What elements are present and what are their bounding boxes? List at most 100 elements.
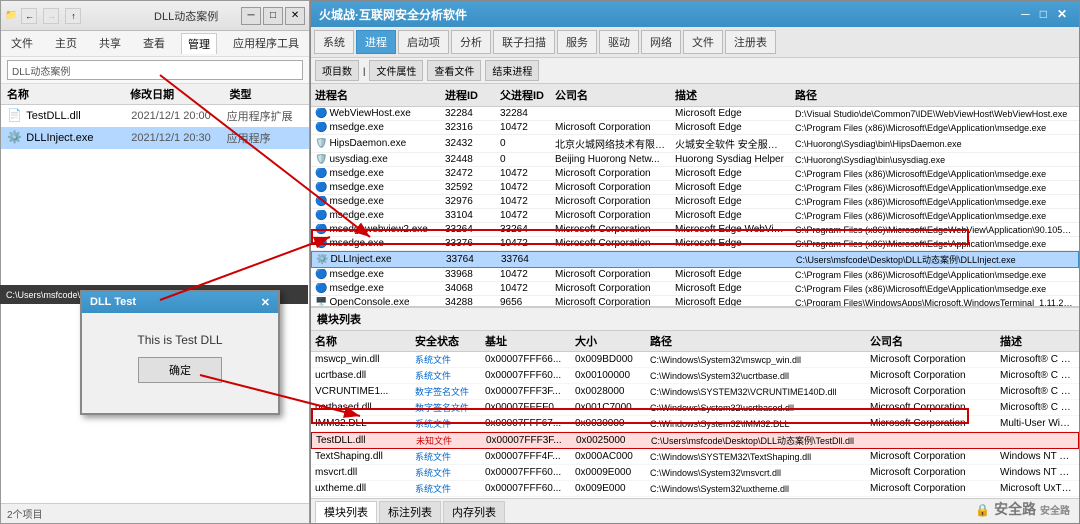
minimize-btn[interactable]: ─ xyxy=(241,7,261,25)
process-pid: 33376 xyxy=(441,238,496,249)
toolbar-system[interactable]: 系统 xyxy=(314,30,354,54)
dll-dialog-ok-btn[interactable]: 确定 xyxy=(138,357,222,383)
process-ppid: 10472 xyxy=(496,238,551,249)
table-row[interactable]: 🔵 msedge.exe 32592 10472 Microsoft Corpo… xyxy=(311,181,1079,195)
toolbar-scan[interactable]: 联子扫描 xyxy=(493,30,555,54)
table-row[interactable]: uxtheme.dll 系统文件 0x00007FFF60... 0x009E0… xyxy=(311,481,1079,497)
process-path: C:\Program Files (x86)\Microsoft\EdgeWeb… xyxy=(791,225,1079,235)
table-row[interactable]: VCRUNTIME1... 数字签名文件 0x00007FFF3F... 0x0… xyxy=(311,384,1079,400)
tab-file[interactable]: 文件 xyxy=(5,33,39,54)
module-security: 未知文件 xyxy=(412,434,482,447)
module-size: 0x00100000 xyxy=(571,370,646,381)
bottom-tab-annotations[interactable]: 标注列表 xyxy=(379,501,441,523)
tab-home[interactable]: 主页 xyxy=(49,33,83,54)
up-btn[interactable]: ↑ xyxy=(65,8,81,24)
back-btn[interactable]: ← xyxy=(21,8,37,24)
module-size: 0x0030000 xyxy=(571,418,646,429)
col-header-filter[interactable]: 项目数 xyxy=(315,60,359,81)
process-ppid: 10472 xyxy=(496,210,551,221)
col-header-date: 修改日期 xyxy=(130,86,229,102)
toolbar-service[interactable]: 服务 xyxy=(557,30,597,54)
module-company: Microsoft Corporation xyxy=(866,467,996,478)
module-desc: Microsoft® C Runtime Library xyxy=(996,402,1079,413)
process-name: msedge.exe xyxy=(329,168,383,179)
table-row[interactable]: mswcp_win.dll 系统文件 0x00007FFF66... 0x009… xyxy=(311,352,1079,368)
toolbar-driver[interactable]: 驱动 xyxy=(599,30,639,54)
table-row[interactable]: msvcrt.dll 系统文件 0x00007FFF60... 0x0009E0… xyxy=(311,465,1079,481)
analysis-title: 火城战·互联网安全分析软件 ─ □ ✕ xyxy=(311,1,1079,27)
process-name: msedge.exe xyxy=(329,283,383,294)
table-row[interactable]: 🖥️ OpenConsole.exe 34288 9656 Microsoft … xyxy=(311,296,1079,307)
toolbar-registry[interactable]: 注册表 xyxy=(725,30,776,54)
ph-pid: 进程ID xyxy=(441,87,496,103)
analysis-minimize[interactable]: ─ xyxy=(1017,7,1034,21)
attr-btn[interactable]: 文件属性 xyxy=(369,60,423,81)
process-name: msedge.exe xyxy=(329,182,383,193)
table-row[interactable]: TestDLL.dll 未知文件 0x00007FFF3F... 0x00250… xyxy=(311,432,1079,449)
module-company: Microsoft Corporation xyxy=(866,418,996,429)
process-company: Microsoft Corporation xyxy=(551,269,671,280)
column-headers: 名称 修改日期 类型 xyxy=(1,84,309,105)
process-list: 🔵 WebViewHost.exe 32284 32284 Microsoft … xyxy=(311,107,1079,307)
table-row[interactable]: 🛡️ HipsDaemon.exe 32432 0 北京火城网络技术有限公司 火… xyxy=(311,135,1079,153)
table-row[interactable]: ucrtbase.dll 系统文件 0x00007FFF60... 0x0010… xyxy=(311,368,1079,384)
tab-apptools[interactable]: 应用程序工具 xyxy=(227,33,305,54)
dll-dialog-close[interactable]: ✕ xyxy=(261,296,270,309)
close-btn[interactable]: ✕ xyxy=(285,7,305,25)
toolbar-process[interactable]: 进程 xyxy=(356,30,396,54)
process-icon: 🖥️ xyxy=(315,297,327,307)
table-row[interactable]: 🔵 msedge.exe 32976 10472 Microsoft Corpo… xyxy=(311,195,1079,209)
table-row[interactable]: 🔵 WebViewHost.exe 32284 32284 Microsoft … xyxy=(311,107,1079,121)
forward-btn[interactable]: → xyxy=(43,8,59,24)
table-row[interactable]: 🔵 msedge.exe 34068 10472 Microsoft Corpo… xyxy=(311,282,1079,296)
col-header-type: 类型 xyxy=(230,86,309,102)
table-row[interactable]: 🔵 msedge.exe 32316 10472 Microsoft Corpo… xyxy=(311,121,1079,135)
process-pid: 33104 xyxy=(441,210,496,221)
table-row[interactable]: 🛡️ usysdiag.exe 32448 0 Beijing Huorong … xyxy=(311,153,1079,167)
module-security: 数字签名文件 xyxy=(411,401,481,414)
file-date-1: 2021/12/1 20:30 xyxy=(131,132,226,144)
toolbar-analysis[interactable]: 分析 xyxy=(451,30,491,54)
table-row[interactable]: 🔵 msedge.exe 33968 10472 Microsoft Corpo… xyxy=(311,268,1079,282)
process-company: Microsoft Corporation xyxy=(551,122,671,133)
process-icon: 🔵 xyxy=(315,196,327,207)
tab-view[interactable]: 查看 xyxy=(137,33,171,54)
process-icon: 🔵 xyxy=(315,238,327,249)
maximize-btn[interactable]: □ xyxy=(263,7,283,25)
ph-company: 公司名 xyxy=(551,87,671,103)
tab-manage[interactable]: 管理 xyxy=(181,33,217,54)
table-row[interactable]: IMM32.DLL 系统文件 0x00007FFF67... 0x0030000… xyxy=(311,416,1079,432)
process-name: msedge.exe xyxy=(329,196,383,207)
table-row[interactable]: ⚙️ DLLInject.exe 33764 33764 C:\Users\ms… xyxy=(311,251,1079,268)
process-path: C:\Users\msfcode\Desktop\DLL动态案例\DLLInje… xyxy=(792,253,1078,266)
module-size: 0x009BD000 xyxy=(571,354,646,365)
table-row[interactable]: 🔵 msedgewebview2.exe 33264 33264 Microso… xyxy=(311,223,1079,237)
file-date-0: 2021/12/1 20:00 xyxy=(131,110,226,122)
list-item[interactable]: 📄 TestDLL.dll 2021/12/1 20:00 应用程序扩展 xyxy=(1,105,309,127)
process-desc: Microsoft Edge xyxy=(671,182,791,193)
mh-size: 大小 xyxy=(571,333,646,349)
toolbar-file[interactable]: 文件 xyxy=(683,30,723,54)
analysis-close[interactable]: ✕ xyxy=(1053,7,1071,21)
table-row[interactable]: 🔵 msedge.exe 33104 10472 Microsoft Corpo… xyxy=(311,209,1079,223)
bottom-tab-memory[interactable]: 内存列表 xyxy=(443,501,505,523)
analysis-maximize[interactable]: □ xyxy=(1036,7,1051,21)
table-row[interactable]: ucrtbased.dll 数字签名文件 0x00007FFEF0... 0x0… xyxy=(311,400,1079,416)
table-row[interactable]: 🔵 msedge.exe 32472 10472 Microsoft Corpo… xyxy=(311,167,1079,181)
bottom-tab-modules[interactable]: 模块列表 xyxy=(315,501,377,523)
tab-share[interactable]: 共享 xyxy=(93,33,127,54)
process-ppid: 10472 xyxy=(496,122,551,133)
sep1: | xyxy=(363,66,365,76)
table-row[interactable]: 🔵 msedge.exe 33376 10472 Microsoft Corpo… xyxy=(311,237,1079,251)
address-bar[interactable] xyxy=(7,60,303,80)
verify-btn[interactable]: 查看文件 xyxy=(427,60,481,81)
process-pid: 33264 xyxy=(441,224,496,235)
end-btn[interactable]: 结束进程 xyxy=(485,60,539,81)
table-row[interactable]: TextShaping.dll 系统文件 0x00007FFF4F... 0x0… xyxy=(311,449,1079,465)
toolbar-startup[interactable]: 启动项 xyxy=(398,30,449,54)
process-pid: 34288 xyxy=(441,297,496,307)
mh-name: 名称 xyxy=(311,333,411,349)
toolbar-network[interactable]: 网络 xyxy=(641,30,681,54)
explorer-title-bar: 📁 ← → ↑ DLL动态案例 ─ □ ✕ xyxy=(1,1,309,31)
list-item[interactable]: ⚙️ DLLInject.exe 2021/12/1 20:30 应用程序 xyxy=(1,127,309,149)
